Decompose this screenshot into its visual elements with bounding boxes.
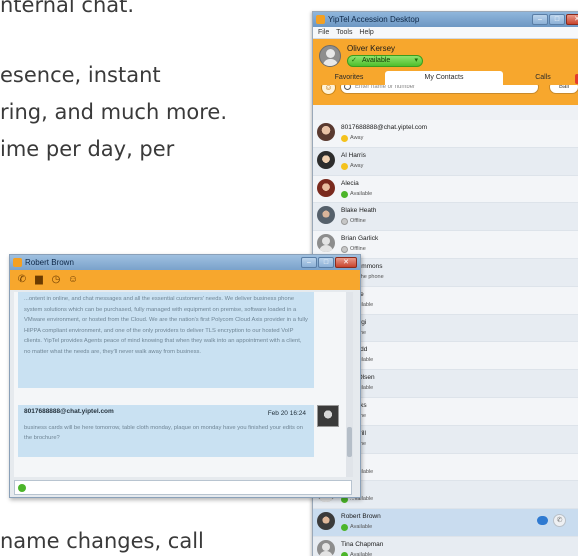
user-avatar[interactable] [319,45,341,67]
user-name: Oliver Kersey [347,44,396,53]
tab-my-contacts[interactable]: My Contacts [385,71,503,85]
minimize-button[interactable]: – [532,14,548,25]
menu-bar: File Tools Help [313,27,578,39]
contact-name: Brian Garlick [341,235,379,243]
emoticon-icon[interactable]: ☺ [67,274,79,286]
contact-avatar [317,539,335,556]
status-dropdown[interactable]: Available [347,55,423,67]
tab-bar: Favorites My Contacts Calls [313,71,578,85]
accession-title: YipTel Accession Desktop [328,15,420,24]
contact-status: Available [341,190,372,198]
contact-row[interactable]: Robert Brown Available ✆ [313,509,578,537]
menu-file[interactable]: File [318,29,329,36]
history-icon[interactable]: ◷ [50,274,62,286]
article-line-3: ring, and much more. [0,100,228,124]
contact-name: 8017688888@chat.yiptel.com [341,124,428,131]
contact-status: Offline [341,218,366,226]
article-line-4: ime per day, per [0,137,175,161]
contact-avatar [317,150,335,169]
app-logo-icon [13,258,22,267]
accession-titlebar[interactable]: YipTel Accession Desktop – □ ✕ [313,12,578,27]
chat-message: ...ontent in online, and chat messages a… [18,292,314,388]
article-line-5: name changes, call [0,529,204,553]
contact-row[interactable]: Al Harris Away [313,147,578,176]
chat-message-input[interactable] [14,480,352,495]
message-body: ...ontent in online, and chat messages a… [24,296,308,355]
folder-icon[interactable]: ▆ [33,274,45,286]
call-icon[interactable]: ✆ [553,514,566,528]
contact-name: Robert Brown [341,513,381,521]
tab-favorites[interactable]: Favorites [313,71,385,85]
contact-avatar [317,512,335,531]
message-sender: 8017688888@chat.yiptel.com [24,408,114,415]
chat-transcript: ...ontent in online, and chat messages a… [14,292,346,477]
message-timestamp: Feb 20 16:24 [267,410,306,417]
menu-help[interactable]: Help [359,29,373,36]
contact-avatar [317,206,335,225]
contact-status: Available [341,524,372,532]
contact-status: Away [341,135,363,142]
article-line-1: nternal chat. [0,0,135,17]
chat-close-button[interactable]: ✕ [335,257,357,268]
presence-icon [18,484,26,492]
contact-row[interactable]: 8017688888@chat.yiptel.com Away [313,120,578,148]
contact-row[interactable]: Alecia Available [313,175,578,204]
chat-scrollbar[interactable] [346,292,353,477]
chat-scrollbar-thumb[interactable] [347,427,352,457]
message-body: business cards will be here tomorrow, ta… [24,424,303,442]
contact-avatar [317,123,335,141]
contact-name: Alecia [341,179,359,187]
contact-avatar [317,405,339,427]
tab-calls[interactable]: Calls [503,71,578,85]
chat-maximize-button[interactable]: □ [318,257,334,268]
contact-name: Al Harris [341,151,366,159]
chat-bubble-icon[interactable] [537,516,548,526]
contact-row[interactable]: Tina Chapman Available [313,536,578,556]
contact-status: Away [341,162,363,170]
chat-message: 8017688888@chat.yiptel.com Feb 20 16:24 … [18,405,314,457]
chat-title: Robert Brown [25,258,74,267]
article-line-2: esence, instant [0,63,161,87]
chat-titlebar[interactable]: Robert Brown – □ ✕ [10,255,360,270]
contact-avatar [317,234,335,253]
contact-status: Offline [341,246,366,254]
maximize-button[interactable]: □ [549,14,565,25]
chat-minimize-button[interactable]: – [301,257,317,268]
chat-window: Robert Brown – □ ✕ ✆ ▆ ◷ ☺ ...ontent in … [9,254,361,498]
contact-avatar [317,178,335,197]
phone-icon[interactable]: ✆ [16,274,28,286]
contact-row[interactable]: Blake Heath Offline [313,203,578,232]
contact-status: Available [341,551,372,556]
menu-tools[interactable]: Tools [336,29,352,36]
close-button[interactable]: ✕ [566,14,578,25]
app-logo-icon [316,15,325,24]
chat-toolbar: ✆ ▆ ◷ ☺ [10,270,360,290]
contact-name: Blake Heath [341,207,377,215]
contact-name: Tina Chapman [341,540,384,548]
